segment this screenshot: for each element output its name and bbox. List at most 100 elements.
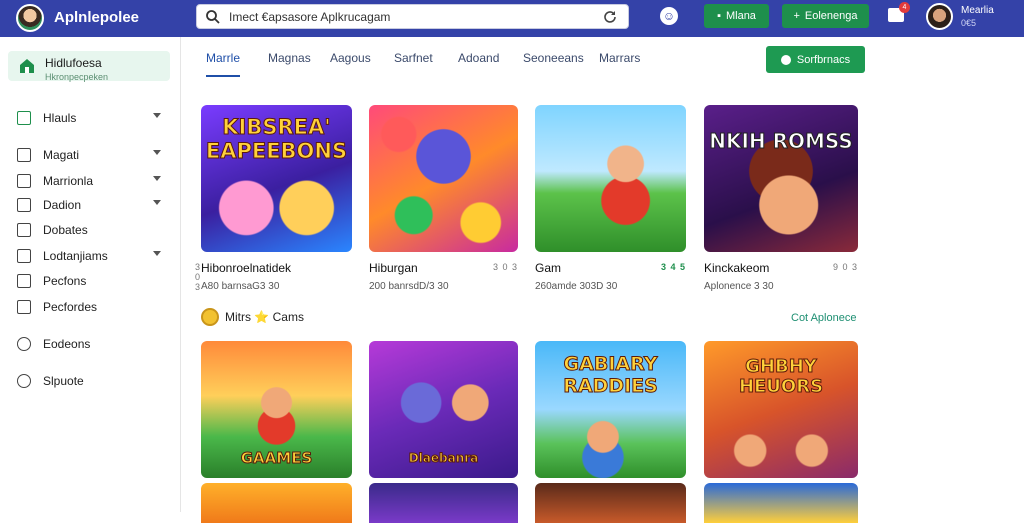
chevron-down-icon[interactable] bbox=[153, 150, 161, 155]
pen-icon bbox=[17, 274, 31, 288]
game-thumbnail[interactable]: GHBHY HEUORS bbox=[704, 341, 858, 478]
sidebar-item-marrionla[interactable]: Marrionla bbox=[0, 170, 181, 192]
top-action-button-2-label: Eolenenga bbox=[804, 10, 858, 22]
sidebar-item-active[interactable]: Hidlufoesa Hkronpecpeken bbox=[8, 51, 170, 82]
top-bar: Aplnlepolee ☺ ▪ Mlana + Eolenenga 4 Mear… bbox=[0, 0, 1024, 37]
sidebar-item-label: Pecfons bbox=[43, 274, 87, 288]
sidebar-item-hlauls[interactable]: Hlauls bbox=[0, 107, 181, 129]
sidebar-item-label: Lodtanjiams bbox=[43, 249, 108, 263]
sidebar-item-label: Slpuote bbox=[43, 374, 84, 388]
sidebar-item-pecfons[interactable]: Pecfons bbox=[0, 270, 181, 292]
sidebar-item-label: Dadion bbox=[43, 198, 82, 212]
game-thumbnail[interactable] bbox=[369, 105, 518, 252]
game-rating: 3 0 3 bbox=[492, 262, 518, 272]
sidebar-item-dadion[interactable]: Dadion bbox=[0, 194, 181, 216]
see-all-link[interactable]: Cot Aplonece bbox=[791, 312, 856, 324]
sidebar-item-label: Dobates bbox=[43, 223, 88, 237]
chevron-down-icon[interactable] bbox=[153, 113, 161, 118]
avatar[interactable] bbox=[926, 3, 953, 30]
tab-sarfnet[interactable]: Sarfnet bbox=[394, 51, 433, 75]
tab-seoneeans[interactable]: Seoneeans bbox=[523, 51, 584, 75]
coin-icon bbox=[201, 308, 219, 326]
sidebar-item-label: Eodeons bbox=[43, 337, 91, 351]
game-meta: 200 banrsdD/3 30 bbox=[369, 281, 449, 292]
sidebar-item-label: Hlauls bbox=[43, 111, 77, 125]
person-icon bbox=[17, 374, 31, 388]
circle-icon bbox=[17, 337, 31, 351]
add-icon: + bbox=[793, 10, 800, 22]
bookmark-icon bbox=[17, 223, 31, 237]
chevron-down-icon[interactable] bbox=[153, 251, 161, 256]
game-thumbnail[interactable] bbox=[535, 483, 686, 523]
game-art-title: Dlaebanra bbox=[408, 451, 479, 466]
sidebar-item-dobates[interactable]: Dobates bbox=[0, 219, 181, 241]
game-thumbnail[interactable] bbox=[369, 483, 518, 523]
calendar-icon bbox=[17, 300, 31, 314]
layers-icon bbox=[17, 249, 31, 263]
top-action-button-2[interactable]: + Eolenenga bbox=[782, 4, 869, 28]
search-input[interactable] bbox=[229, 9, 599, 24]
tab-bar: Marrle Magnas Aagous Sarfnet Adoand Seon… bbox=[181, 37, 1024, 79]
game-thumbnail[interactable]: Dlaebanra bbox=[369, 341, 518, 478]
game-art-title: NKIH ROMSS bbox=[709, 129, 854, 154]
game-meta: 260amde 303D 30 bbox=[535, 281, 618, 292]
game-rating: 3 4 5 bbox=[660, 262, 686, 272]
sidebar-item-slpuote[interactable]: Slpuote bbox=[0, 370, 181, 392]
top-action-button-1[interactable]: ▪ Mlana bbox=[704, 4, 769, 28]
game-art-title: GABIARY RADDIES bbox=[563, 353, 659, 398]
flag-icon: ▪ bbox=[717, 10, 721, 22]
chevron-down-icon[interactable] bbox=[153, 176, 161, 181]
section-header: Mitrs ⭐ Cams bbox=[201, 308, 304, 326]
game-meta: Aplonence 3 30 bbox=[704, 281, 774, 292]
grid-icon bbox=[17, 111, 31, 125]
game-thumbnail[interactable] bbox=[535, 105, 686, 252]
user-subtitle: 0€5 bbox=[961, 18, 977, 28]
top-action-button-1-label: Mlana bbox=[725, 10, 756, 22]
tab-marrle[interactable]: Marrle bbox=[206, 51, 241, 77]
search-bar[interactable] bbox=[196, 4, 629, 29]
tab-magnas[interactable]: Magnas bbox=[268, 51, 311, 75]
sidebar-item-label: Hidlufoesa bbox=[45, 56, 102, 70]
notification-icon[interactable]: 4 bbox=[888, 2, 910, 22]
game-title: Hibonroelnatidek bbox=[201, 261, 292, 275]
refresh-icon[interactable] bbox=[602, 9, 618, 25]
section-title: Mitrs ⭐ Cams bbox=[225, 310, 304, 324]
sidebar: Hidlufoesa Hkronpecpeken Hlauls Magati M… bbox=[0, 37, 181, 512]
game-thumbnail[interactable] bbox=[704, 483, 858, 523]
sidebar-item-sublabel: Hkronpecpeken bbox=[45, 72, 109, 82]
game-title: Gam bbox=[535, 261, 562, 275]
user-name: Mearlia bbox=[961, 5, 994, 16]
game-art-title: KIBSREA' EAPEEBONS bbox=[205, 115, 348, 164]
chevron-down-icon[interactable] bbox=[153, 200, 161, 205]
home-icon bbox=[20, 59, 34, 73]
game-rating: 9 0 3 bbox=[832, 262, 858, 272]
sidebar-item-magati[interactable]: Magati bbox=[0, 144, 181, 166]
app-title: Aplnlepolee bbox=[54, 9, 140, 26]
game-thumbnail[interactable]: GABIARY RADDIES bbox=[535, 341, 686, 478]
box-icon bbox=[17, 198, 31, 212]
sidebar-item-eodeons[interactable]: Eodeons bbox=[0, 333, 181, 355]
emoji-icon[interactable]: ☺ bbox=[660, 7, 678, 25]
sidebar-item-lodtanjiams[interactable]: Lodtanjiams bbox=[0, 245, 181, 267]
sidebar-item-label: Marrionla bbox=[43, 174, 94, 188]
tab-aagous[interactable]: Aagous bbox=[330, 51, 371, 75]
primary-action-button[interactable]: Sorfbrnacs bbox=[766, 46, 865, 73]
game-thumbnail[interactable]: NKIH ROMSS bbox=[704, 105, 858, 252]
game-thumbnail[interactable]: KIBSREA' EAPEEBONS bbox=[201, 105, 352, 252]
app-logo-icon[interactable] bbox=[16, 4, 44, 32]
sidebar-item-label: Magati bbox=[43, 148, 80, 162]
search-icon bbox=[206, 9, 220, 24]
sidebar-item-label: Pecfordes bbox=[43, 300, 98, 314]
game-thumbnail[interactable]: GAAMES bbox=[201, 341, 352, 478]
folder-icon bbox=[17, 148, 31, 162]
game-title: Hiburgan bbox=[369, 261, 418, 275]
game-thumbnail[interactable] bbox=[201, 483, 352, 523]
tab-marrars[interactable]: Marrars bbox=[599, 51, 640, 75]
tab-adoand[interactable]: Adoand bbox=[458, 51, 499, 75]
game-art-title: GAAMES bbox=[240, 449, 313, 468]
sidebar-item-pecfordes[interactable]: Pecfordes bbox=[0, 296, 181, 318]
notification-badge: 4 bbox=[899, 2, 910, 13]
primary-action-label: Sorfbrnacs bbox=[796, 53, 851, 66]
window-icon bbox=[17, 174, 31, 188]
circle-icon bbox=[780, 54, 791, 65]
